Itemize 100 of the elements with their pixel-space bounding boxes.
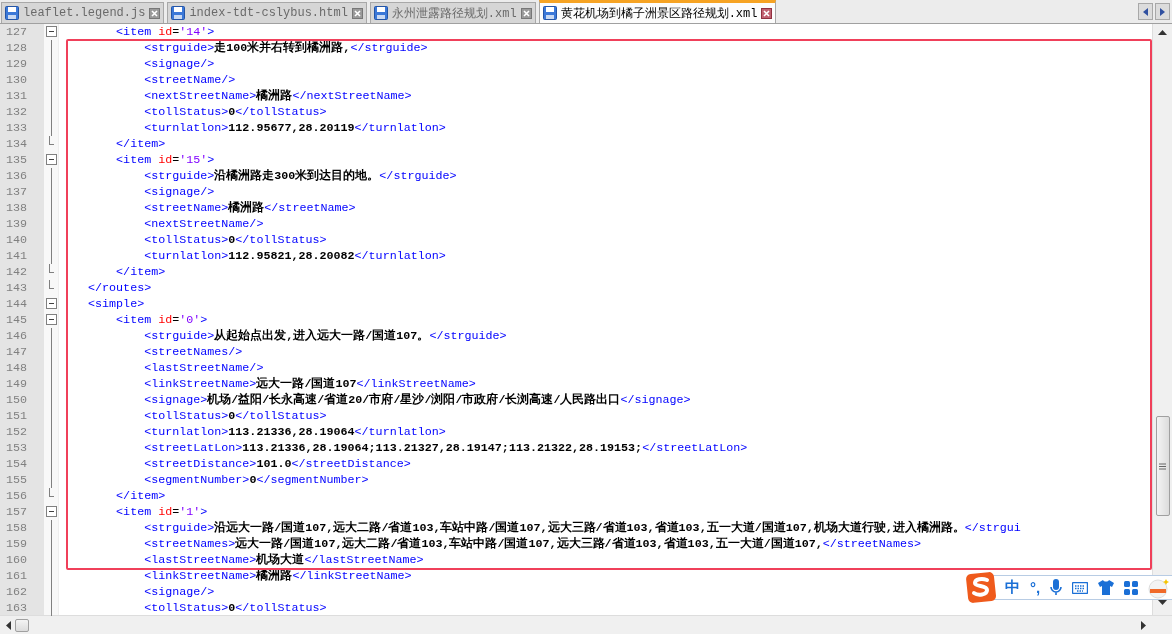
code-line: <signage/> (143, 584, 215, 600)
right-arrow-icon (1160, 7, 1165, 16)
collapse-icon[interactable] (45, 314, 57, 325)
code-line: <linkStreetName>远大一路/国道107</linkStreetName> (143, 376, 476, 392)
line-number: 137 (5, 184, 28, 200)
grid-icon[interactable] (1124, 580, 1139, 595)
code-line: <signage/> (143, 56, 215, 72)
code-line: <strguide>从起始点出发,进入远大一路/国道107。</strguide> (143, 328, 507, 344)
scroll-left-icon[interactable] (6, 620, 11, 630)
code-line: <turnlatlon>112.95821,28.20082</turnlatlon> (143, 248, 446, 264)
code-line: <signage>机场/益阳/长永高速/省道20/市府/星沙/浏阳/市政府/长浏高速/人民路出口</signage> (143, 392, 691, 408)
line-number: 144 (5, 296, 28, 312)
collapse-icon[interactable] (45, 26, 57, 37)
code-line: <streetNames>远大一路/国道107,远大二路/省道103,车站中路/国道107,远大三路/省道103,省道103,五一大道/国道107,</streetNames> (143, 536, 921, 552)
line-number: 136 (5, 168, 28, 184)
scroll-right-button[interactable] (1155, 3, 1170, 20)
line-number: 138 (5, 200, 28, 216)
scrollbar-thumb[interactable] (1155, 416, 1170, 516)
line-number: 132 (5, 104, 28, 120)
line-number: 163 (5, 600, 28, 616)
file-tab[interactable]: 永州泄露路径规划.xml (369, 2, 536, 23)
code-line: <turnlatlon>112.95677,28.20119</turnlatlon> (143, 120, 446, 136)
microphone-icon[interactable] (1050, 579, 1063, 596)
code-line: <streetName>橘洲路</streetName> (143, 200, 356, 216)
line-number: 140 (5, 232, 28, 248)
ime-logo-icon[interactable] (966, 572, 996, 603)
code-line: <item id='1'> (115, 504, 208, 520)
close-icon[interactable] (761, 7, 773, 19)
line-number: 161 (5, 568, 28, 584)
code-line: <strguide>沿远大一路/国道107,远大二路/省道103,车站中路/国道107,远大三路/省道103,省道103,五一大道/国道107,机场大道行驶,进入橘洲路。</strgui (143, 520, 1021, 536)
line-number: 149 (5, 376, 28, 392)
file-tab[interactable]: leaflet.legend.js (1, 2, 165, 23)
collapse-icon[interactable] (45, 298, 57, 309)
line-number: 147 (5, 344, 28, 360)
collapse-icon[interactable] (45, 154, 57, 165)
code-line: <item id='15'> (115, 152, 215, 168)
code-line: <streetName/> (143, 72, 236, 88)
collapse-icon[interactable] (45, 506, 57, 517)
code-line: <turnlatlon>113.21336,28.19064</turnlatlon> (143, 424, 446, 440)
file-tab[interactable]: 黄花机场到橘子洲景区路径规划.xml (538, 0, 777, 23)
line-number: 156 (5, 488, 28, 504)
line-number: 148 (5, 360, 28, 376)
line-number: 139 (5, 216, 28, 232)
floppy-icon (5, 6, 19, 20)
line-number: 155 (5, 472, 28, 488)
code-line: <item id='0'> (115, 312, 208, 328)
line-number: 160 (5, 552, 28, 568)
ime-label[interactable]: °, (1030, 579, 1041, 596)
code-line: <lastStreetName>机场大道</lastStreetName> (143, 552, 424, 568)
floppy-icon (171, 6, 186, 20)
left-arrow-icon (1143, 7, 1148, 16)
code-line: <lastStreetName/> (143, 360, 264, 376)
line-number: 134 (5, 136, 28, 152)
line-number: 152 (5, 424, 28, 440)
scroll-up-icon[interactable] (1158, 30, 1167, 35)
scrollbar-thumb[interactable] (15, 618, 29, 632)
code-line: <streetDistance>101.0</streetDistance> (143, 456, 411, 472)
shirt-icon[interactable] (1098, 580, 1115, 595)
close-icon[interactable] (149, 7, 161, 19)
code-line: <streetLatLon>113.21336,28.19064;113.21327,28.19147;113.21322,28.19153;</streetLatLon> (143, 440, 748, 456)
scroll-left-button[interactable] (1138, 3, 1153, 20)
code-line: </item> (115, 136, 166, 152)
line-number: 153 (5, 440, 28, 456)
close-icon[interactable] (520, 7, 532, 19)
line-number: 130 (5, 72, 28, 88)
code-line: <segmentNumber>0</segmentNumber> (143, 472, 369, 488)
code-line: </routes> (87, 280, 152, 296)
file-tab[interactable]: index-tdt-cslybus.html (167, 2, 367, 23)
code-line: <strguide>沿橘洲路走300米到达目的地。</strguide> (143, 168, 457, 184)
code-line: </item> (115, 488, 166, 504)
line-number: 154 (5, 456, 28, 472)
line-number: 151 (5, 408, 28, 424)
line-number: 150 (5, 392, 28, 408)
line-number: 146 (5, 328, 28, 344)
code-line: <simple> (87, 296, 145, 312)
code-line: <tollStatus>0</tollStatus> (143, 104, 327, 120)
line-number: 135 (5, 152, 28, 168)
line-number: 141 (5, 248, 28, 264)
code-line: <streetNames/> (143, 344, 243, 360)
line-number: 145 (5, 312, 28, 328)
line-number: 158 (5, 520, 28, 536)
line-number: 128 (5, 40, 28, 56)
scroll-right-icon[interactable] (1141, 620, 1146, 630)
line-number: 129 (5, 56, 28, 72)
close-icon[interactable] (351, 7, 363, 19)
code-line: <tollStatus>0</tollStatus> (143, 408, 327, 424)
floppy-icon (542, 6, 557, 20)
line-number: 127 (5, 24, 28, 40)
code-line: <item id='14'> (115, 24, 215, 40)
ime-label[interactable]: 中 (1005, 578, 1020, 597)
code-line: <tollStatus>0</tollStatus> (143, 600, 327, 615)
line-number: 143 (5, 280, 28, 296)
code-line: <tollStatus>0</tollStatus> (143, 232, 327, 248)
code-line: <strguide>走100米并右转到橘洲路,</strguide> (143, 40, 428, 56)
line-number: 133 (5, 120, 28, 136)
keyboard-icon[interactable] (1072, 581, 1089, 594)
code-line: <signage/> (143, 184, 215, 200)
code-line: <nextStreetName/> (143, 216, 264, 232)
line-number: 131 (5, 88, 28, 104)
line-number: 157 (5, 504, 28, 520)
